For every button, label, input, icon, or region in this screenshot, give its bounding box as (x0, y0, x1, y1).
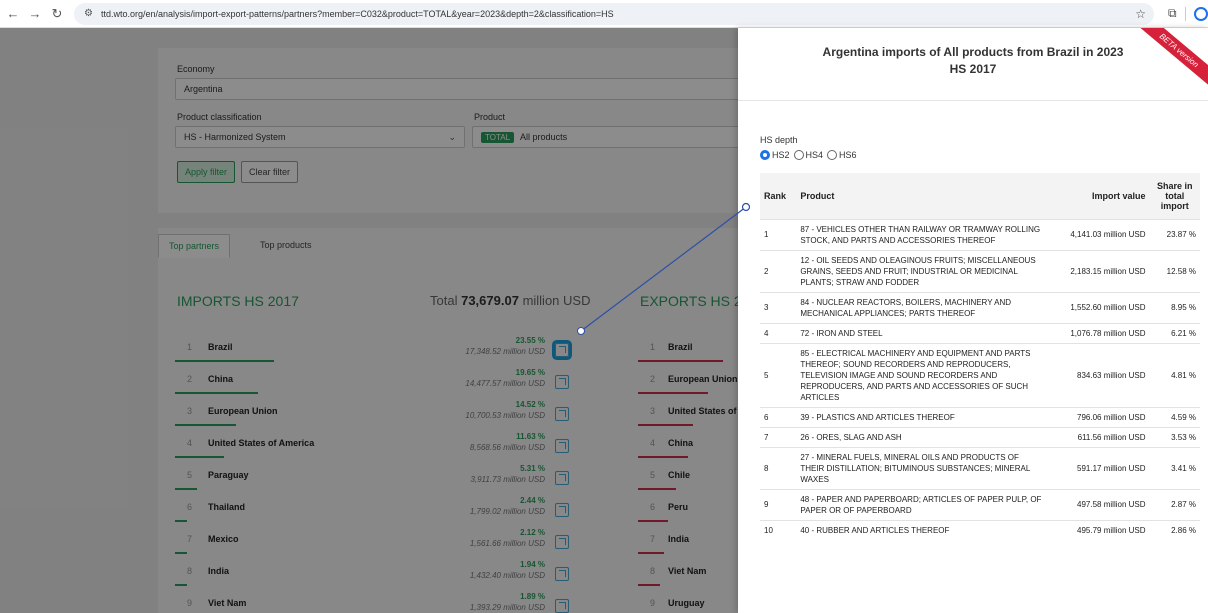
import-value-cell: 2,183.15 million USD (1048, 249, 1150, 292)
reload-icon[interactable]: ↻ (48, 5, 66, 23)
product-cell: 87 - VEHICLES OTHER THAN RAILWAY OR TRAM… (796, 218, 1049, 250)
browser-toolbar: ← → ↻ ⚙ ttd.wto.org/en/analysis/import-e… (0, 0, 1208, 28)
import-value-cell: 796.06 million USD (1048, 406, 1150, 427)
modal-overlay[interactable] (0, 28, 738, 613)
table-header-row: Rank Product Import value Share in total… (760, 173, 1200, 219)
import-value-cell: 4,141.03 million USD (1048, 218, 1150, 250)
product-cell: 48 - PAPER AND PAPERBOARD; ARTICLES OF P… (796, 488, 1049, 520)
rank-cell: 4 (760, 322, 797, 343)
col-product: Product (796, 173, 1049, 219)
product-cell: 72 - IRON AND STEEL (796, 322, 1049, 343)
table-row: 3 84 - NUCLEAR REACTORS, BOILERS, MACHINE… (760, 291, 1200, 323)
table-row: 7 26 - ORES, SLAG AND ASH 611.56 million U… (760, 426, 1200, 447)
share-cell: 4.81 % (1149, 342, 1200, 407)
panel-header-divider (738, 100, 1208, 101)
rank-cell: 1 (760, 218, 797, 250)
product-cell: 26 - ORES, SLAG AND ASH (796, 426, 1049, 447)
products-table: Rank Product Import value Share in total… (760, 173, 1200, 540)
rank-cell: 9 (760, 488, 797, 520)
site-info-icon[interactable]: ⚙ (84, 8, 93, 19)
table-row: 2 12 - OIL SEEDS AND OLEAGINOUS FRUITS; M… (760, 249, 1200, 292)
panel-title-line1: Argentina imports of All products from B… (822, 45, 1124, 59)
col-share: Share in total import (1149, 173, 1200, 219)
hs-depth-label: HS depth (760, 135, 798, 145)
import-value-cell: 834.63 million USD (1048, 342, 1150, 407)
rank-cell: 3 (760, 291, 797, 323)
table-row: 1 87 - VEHICLES OTHER THAN RAILWAY OR TRA… (760, 218, 1200, 250)
radio-hs6-label: HS6 (839, 150, 857, 160)
import-value-cell: 497.58 million USD (1048, 488, 1150, 520)
share-cell: 4.59 % (1149, 406, 1200, 427)
radio-hs2[interactable] (760, 150, 770, 160)
rank-cell: 5 (760, 342, 797, 407)
import-value-cell: 1,552.60 million USD (1048, 291, 1150, 323)
rank-cell: 2 (760, 249, 797, 292)
import-value-cell: 1,076.78 million USD (1048, 322, 1150, 343)
rank-cell: 8 (760, 446, 797, 489)
radio-hs6[interactable] (827, 150, 838, 160)
import-value-cell: 611.56 million USD (1048, 426, 1150, 447)
import-value-cell: 495.79 million USD (1048, 519, 1150, 540)
share-cell: 2.86 % (1149, 519, 1200, 540)
share-cell: 3.41 % (1149, 446, 1200, 489)
back-icon[interactable]: ← (4, 5, 22, 23)
share-cell: 23.87 % (1149, 218, 1200, 250)
share-cell: 2.87 % (1149, 488, 1200, 520)
product-cell: 85 - ELECTRICAL MACHINERY AND EQUIPMENT … (796, 342, 1049, 407)
radio-hs4[interactable] (793, 150, 804, 160)
col-import-value: Import value (1048, 173, 1150, 219)
col-rank: Rank (760, 173, 797, 219)
product-cell: 84 - NUCLEAR REACTORS, BOILERS, MACHINER… (796, 291, 1049, 323)
radio-hs4-label: HS4 (805, 150, 824, 160)
table-row: 5 85 - ELECTRICAL MACHINERY AND EQUIPMENT… (760, 342, 1200, 407)
toolbar-divider (1184, 6, 1186, 21)
table-row: 9 48 - PAPER AND PAPERBOARD; ARTICLES OF … (760, 488, 1200, 520)
panel-title-line2: HS 2017 (949, 62, 997, 76)
import-value-cell: 591.17 million USD (1048, 446, 1150, 489)
forward-icon[interactable]: → (26, 5, 44, 23)
product-cell: 12 - OIL SEEDS AND OLEAGINOUS FRUITS; MI… (796, 249, 1049, 292)
product-detail-panel: Argentina imports of All products from B… (738, 28, 1208, 613)
share-cell: 6.21 % (1149, 322, 1200, 343)
rank-cell: 10 (760, 519, 797, 540)
table-row: 6 39 - PLASTICS AND ARTICLES THEREOF 796.0… (760, 406, 1200, 427)
radio-hs2-label: HS2 (772, 150, 790, 160)
hs-depth-radio-group: HS2 HS4 HS6 (760, 150, 861, 160)
rank-cell: 6 (760, 406, 797, 427)
profile-icon[interactable] (1193, 6, 1208, 21)
address-bar[interactable]: ⚙ ttd.wto.org/en/analysis/import-export-… (74, 2, 1154, 25)
extensions-icon[interactable]: ⧉ (1168, 6, 1177, 21)
table-row: 8 27 - MINERAL FUELS, MINERAL OILS AND PR… (760, 446, 1200, 489)
rank-cell: 7 (760, 426, 797, 447)
share-cell: 12.58 % (1149, 249, 1200, 292)
bookmark-star-icon[interactable]: ☆ (1135, 7, 1146, 21)
share-cell: 8.95 % (1149, 291, 1200, 323)
table-row: 10 40 - RUBBER AND ARTICLES THEREOF 495.79… (760, 519, 1200, 540)
table-row: 4 72 - IRON AND STEEL 1,076.78 million USD… (760, 322, 1200, 343)
product-cell: 27 - MINERAL FUELS, MINERAL OILS AND PRO… (796, 446, 1049, 489)
share-cell: 3.53 % (1149, 426, 1200, 447)
url-text: ttd.wto.org/en/analysis/import-export-pa… (100, 8, 614, 19)
product-cell: 39 - PLASTICS AND ARTICLES THEREOF (796, 406, 1049, 427)
product-cell: 40 - RUBBER AND ARTICLES THEREOF (796, 519, 1049, 540)
panel-title: Argentina imports of All products from B… (738, 44, 1208, 78)
